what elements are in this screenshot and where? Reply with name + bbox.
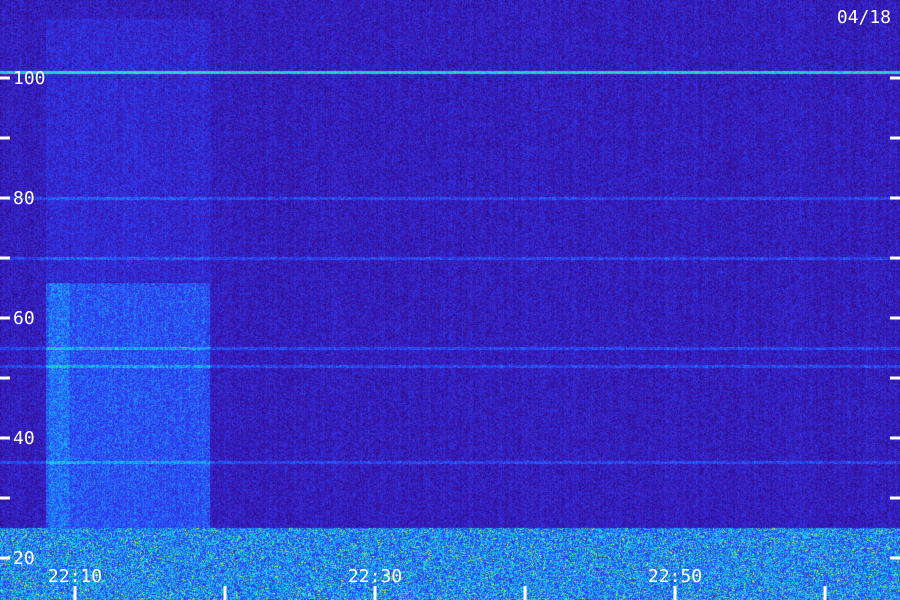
x-tick-label: 22:30 xyxy=(348,566,402,587)
date-label: 04/18 xyxy=(837,7,891,28)
y-tick-label: 100 xyxy=(13,68,46,89)
x-tick-label: 22:50 xyxy=(648,566,702,587)
y-tick-label: 80 xyxy=(13,188,35,209)
y-tick-label: 20 xyxy=(13,548,35,569)
spectrogram-chart: 100 80 60 40 20 22:10 22:30 22:50 04/18 xyxy=(0,0,900,600)
y-axis-ticks: 100 80 60 40 20 xyxy=(0,68,900,569)
chart-axes: 100 80 60 40 20 22:10 22:30 22:50 04/18 xyxy=(0,7,900,600)
y-tick-label: 40 xyxy=(13,428,35,449)
x-axis-ticks: 22:10 22:30 22:50 xyxy=(48,566,827,600)
x-tick-label: 22:10 xyxy=(48,566,102,587)
y-tick-label: 60 xyxy=(13,308,35,329)
